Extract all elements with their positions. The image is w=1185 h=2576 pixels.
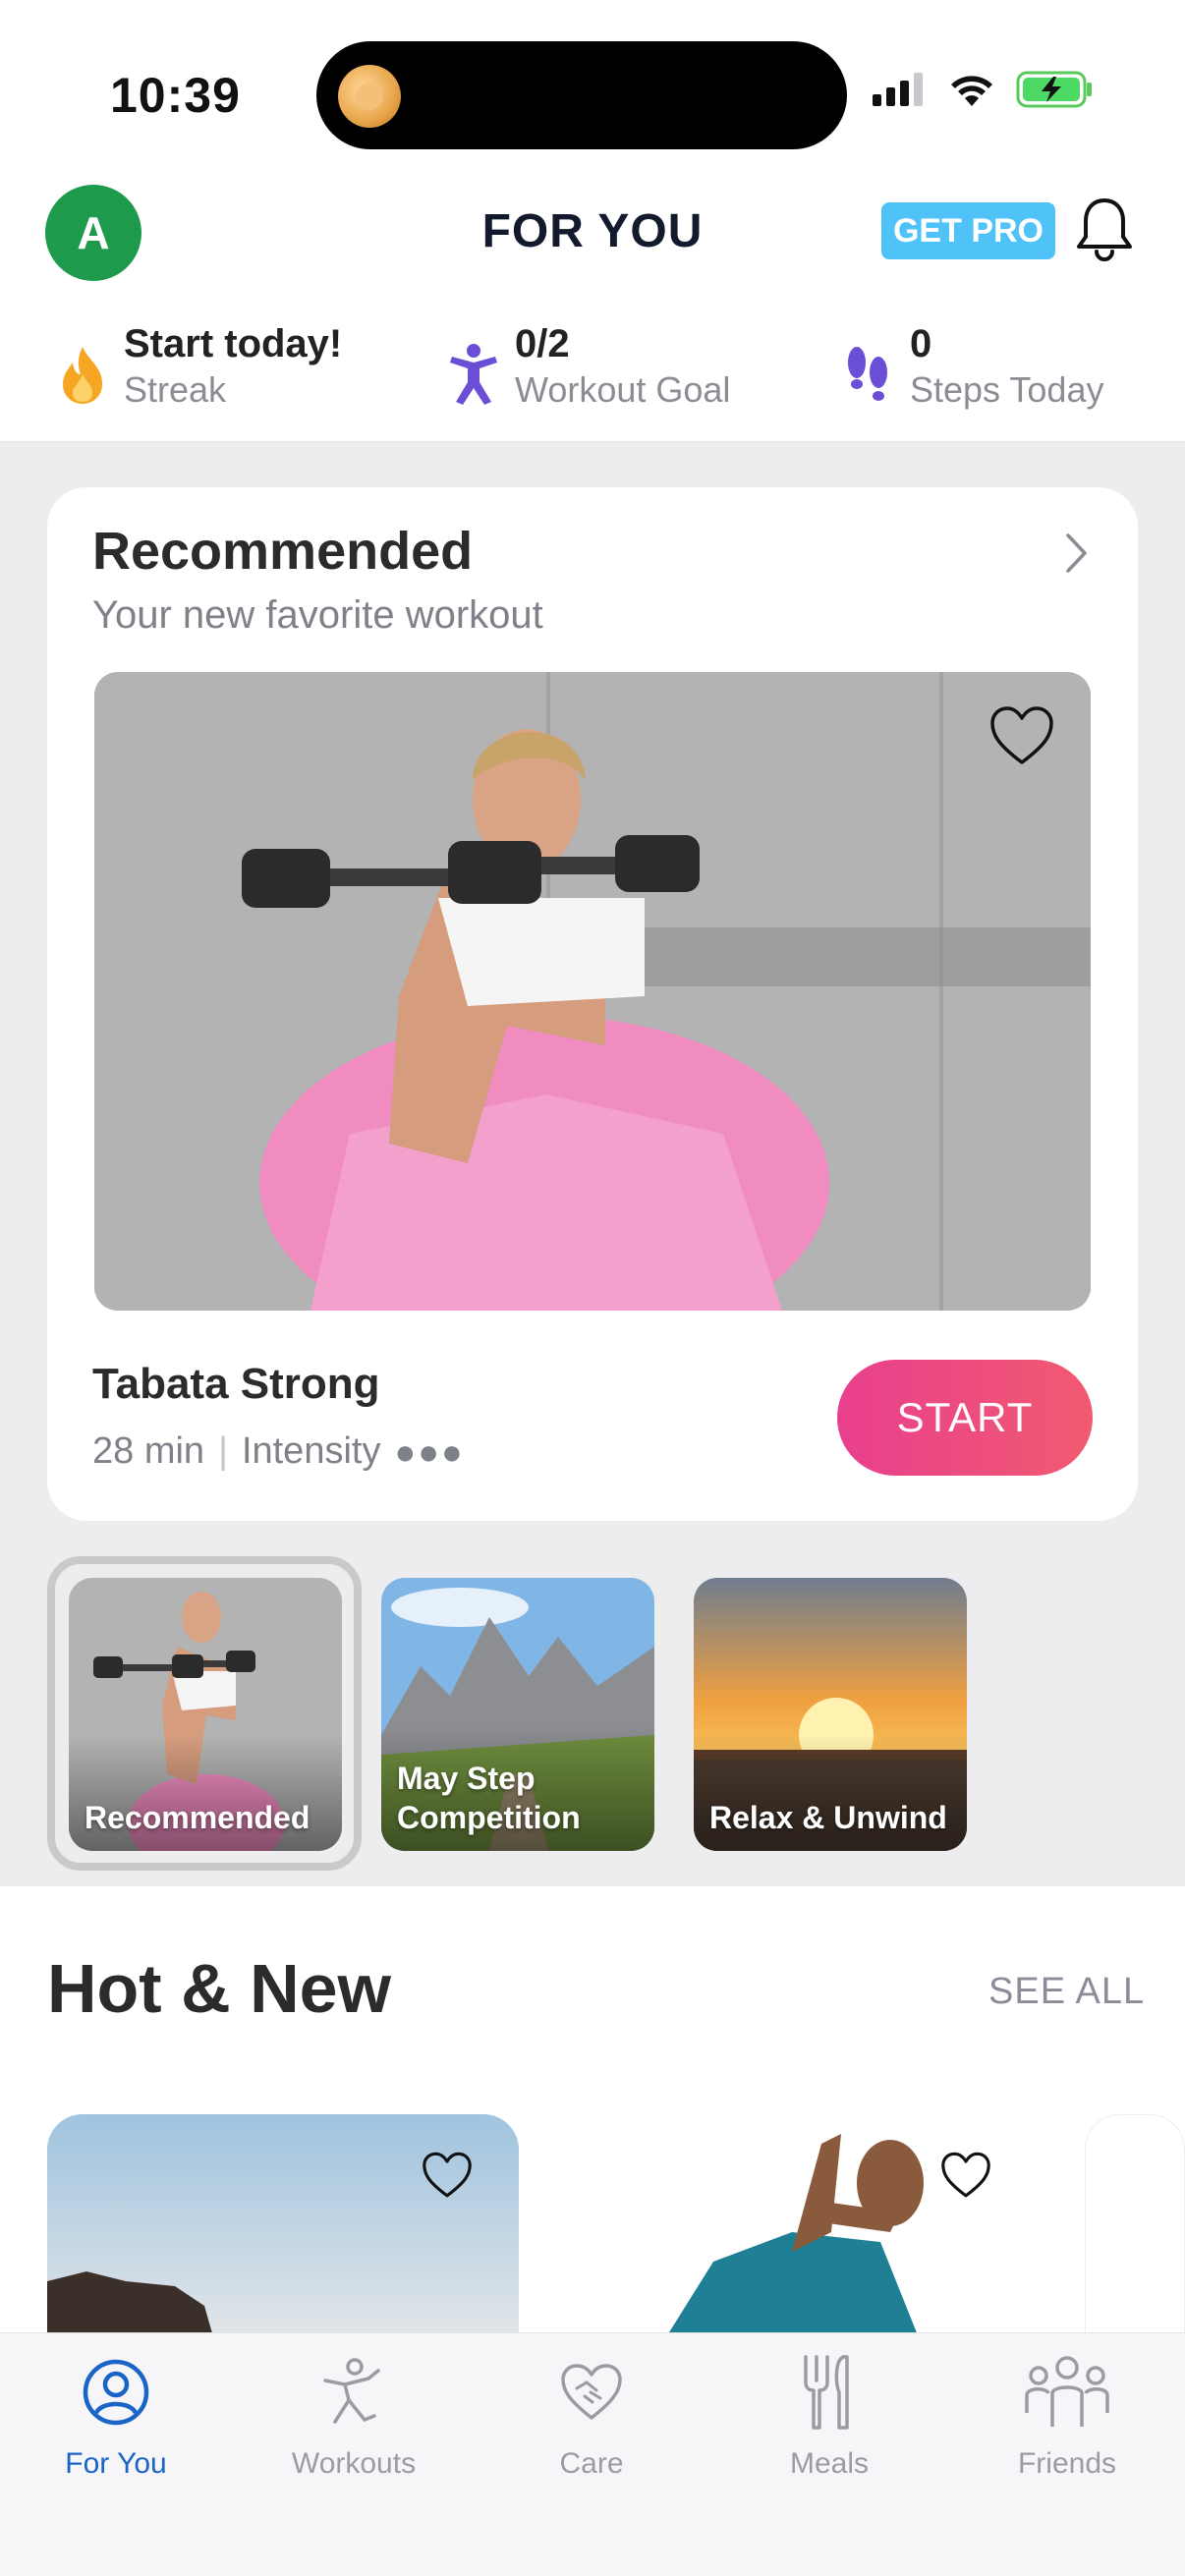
workout-duration: 28 min [92, 1430, 205, 1472]
tab-care[interactable]: Care [493, 2343, 690, 2500]
signal-icon [873, 73, 923, 106]
heart-icon[interactable] [988, 705, 1055, 766]
coin-icon [338, 65, 401, 128]
meta-divider: | [218, 1430, 228, 1472]
battery-icon [1016, 71, 1092, 108]
tab-for-you[interactable]: For You [18, 2343, 214, 2500]
footsteps-icon [839, 336, 898, 415]
tab-label: For You [65, 2447, 167, 2480]
status-icons [873, 71, 1095, 108]
heart-handshake-icon [559, 2343, 624, 2441]
intensity-dots: ●●● [394, 1430, 465, 1472]
stat-value: Start today! [124, 322, 343, 365]
stat-value: 0 [910, 322, 932, 365]
recommended-title: Recommended [92, 522, 474, 581]
workout-image[interactable] [94, 672, 1091, 1311]
tab-bar: For You Workouts Care Meals Friends [0, 2332, 1185, 2576]
recommended-card[interactable]: Recommended Your new favorite workout Ta… [47, 487, 1138, 1521]
stats-row: Start today! Streak 0/2 Workout Goal 0 S… [0, 305, 1185, 442]
stat-value: 0/2 [515, 322, 570, 365]
carousel-label: May Step Competition [397, 1761, 581, 1835]
wifi-icon [951, 76, 992, 106]
hot-card-image [47, 2114, 519, 2340]
get-pro-button[interactable]: GET PRO [881, 202, 1055, 259]
tab-workouts[interactable]: Workouts [255, 2343, 452, 2500]
hot-card-1[interactable] [47, 2114, 519, 2340]
tab-label: Care [559, 2447, 624, 2480]
tab-friends[interactable]: Friends [969, 2343, 1165, 2500]
stat-steps[interactable]: 0 Steps Today [839, 320, 1103, 415]
heart-icon[interactable] [939, 2152, 992, 2199]
app-header: A FOR YOU GET PRO [0, 177, 1185, 305]
stat-workout-goal[interactable]: 0/2 Workout Goal [444, 320, 730, 415]
workout-photo [94, 672, 1091, 1311]
chevron-right-icon[interactable] [1065, 532, 1089, 574]
status-bar: 10:39 [0, 0, 1185, 177]
tab-label: Friends [1017, 2447, 1117, 2480]
group-icon [1023, 2343, 1111, 2441]
stat-label: Steps Today [910, 369, 1104, 410]
intensity-label: Intensity [241, 1430, 381, 1472]
tab-meals[interactable]: Meals [731, 2343, 928, 2500]
carousel-item-recommended[interactable]: Recommended [69, 1578, 342, 1851]
bell-icon[interactable] [1073, 195, 1136, 265]
carousel-item-may-step[interactable]: May Step Competition [381, 1578, 654, 1851]
hot-new-title: Hot & New [47, 1950, 391, 2027]
stat-streak[interactable]: Start today! Streak [53, 320, 342, 415]
fork-knife-icon [800, 2343, 859, 2441]
person-circle-icon [82, 2343, 150, 2441]
carousel-item-relax[interactable]: Relax & Unwind [694, 1578, 967, 1851]
stretching-person-icon [319, 2343, 388, 2441]
hot-card-3[interactable] [1085, 2114, 1185, 2340]
stat-label: Streak [124, 369, 227, 410]
status-time: 10:39 [110, 68, 241, 123]
start-button[interactable]: START [837, 1360, 1093, 1476]
hot-card-2[interactable] [566, 2114, 1038, 2340]
recommended-subtitle: Your new favorite workout [92, 593, 543, 637]
workout-meta: 28 min | Intensity ●●● [92, 1430, 465, 1473]
stat-label: Workout Goal [515, 369, 731, 410]
carousel-label: Relax & Unwind [709, 1800, 947, 1835]
workout-name: Tabata Strong [92, 1360, 380, 1408]
carousel-label: Recommended [85, 1800, 310, 1835]
tab-label: Workouts [291, 2447, 417, 2480]
heart-icon[interactable] [421, 2152, 474, 2199]
hot-card-image [566, 2114, 1038, 2340]
see-all-link[interactable]: SEE ALL [988, 1971, 1145, 2013]
flame-icon [53, 336, 112, 415]
tab-label: Meals [789, 2447, 870, 2480]
dynamic-island [316, 41, 847, 149]
person-exercise-icon [444, 336, 503, 415]
